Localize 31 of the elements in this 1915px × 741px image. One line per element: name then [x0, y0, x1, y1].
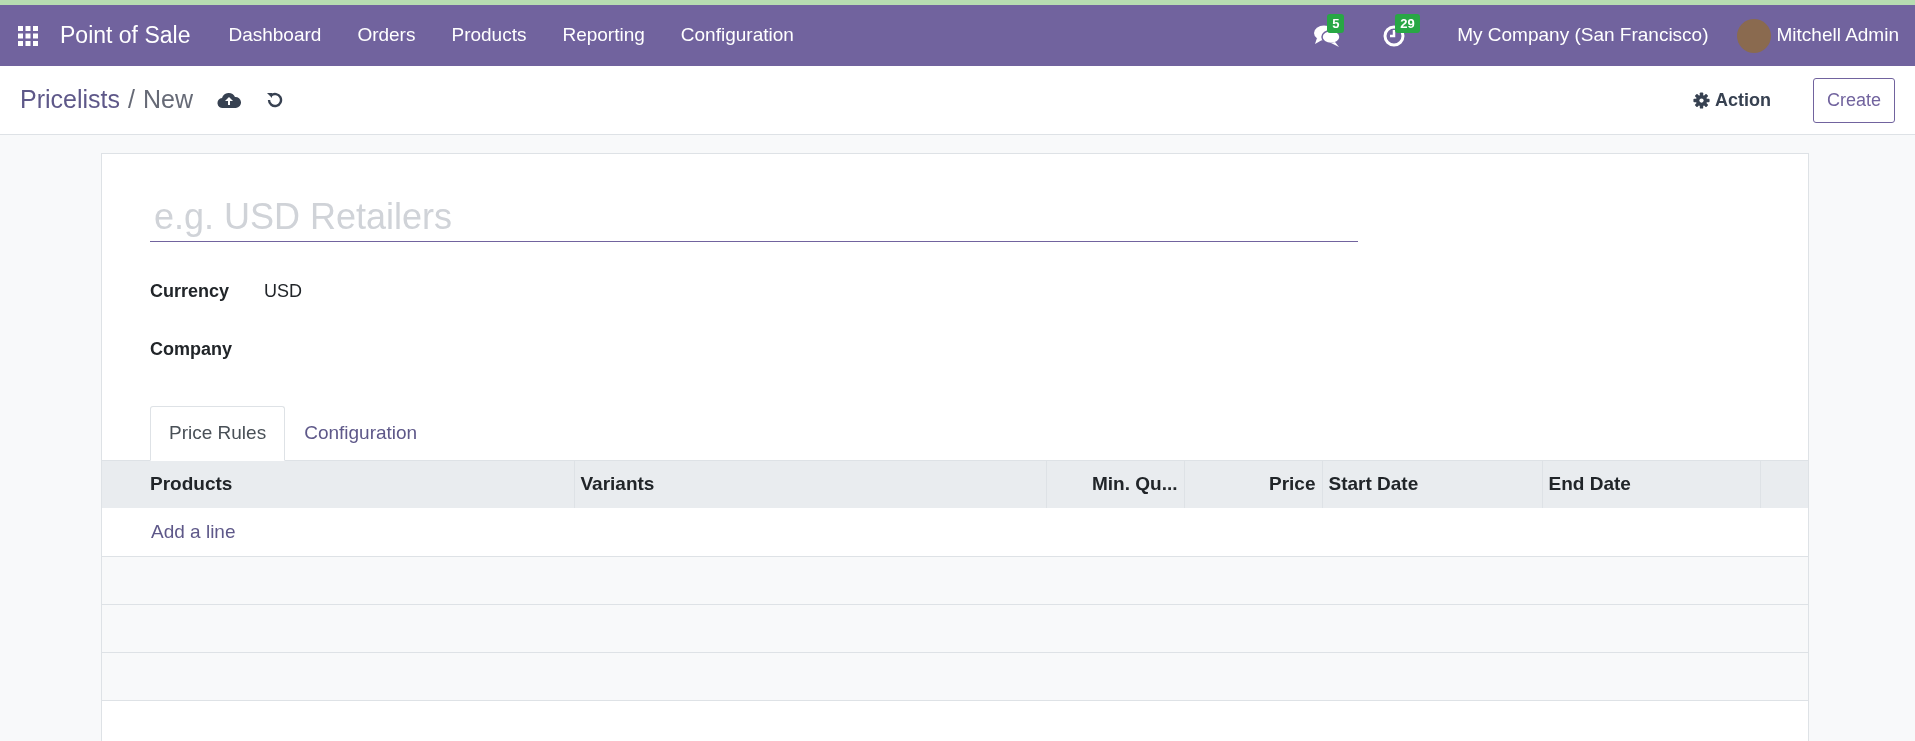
breadcrumb-current: New: [142, 84, 193, 116]
menu-item[interactable]: Dashboard: [210, 21, 340, 50]
column-header[interactable]: Variants: [574, 460, 1046, 508]
menu-item[interactable]: Configuration: [662, 21, 812, 50]
tab[interactable]: Configuration: [285, 406, 437, 461]
gear-icon: [1692, 91, 1710, 109]
breadcrumb-link[interactable]: Pricelists: [20, 81, 120, 119]
app-title[interactable]: Point of Sale: [38, 18, 211, 53]
user-menu[interactable]: Mitchell Admin: [1770, 21, 1899, 50]
action-menu-button[interactable]: Action: [1686, 85, 1777, 115]
menu-item[interactable]: Reporting: [544, 21, 663, 50]
message-count: 5: [1327, 14, 1345, 33]
field-value: USD: [264, 279, 302, 303]
breadcrumb-separator: /: [128, 84, 135, 116]
create-button[interactable]: Create: [1812, 77, 1895, 123]
menu-item[interactable]: Products: [433, 21, 545, 50]
apps-menu-icon[interactable]: [18, 25, 38, 46]
activity-count: 29: [1395, 14, 1420, 33]
undo-icon[interactable]: [265, 91, 283, 109]
column-header[interactable]: Start Date: [1322, 460, 1542, 508]
column-header[interactable]: Products: [102, 460, 574, 508]
company-switcher[interactable]: My Company (San Francisco): [1457, 21, 1737, 50]
column-header[interactable]: Min. Qu...: [1046, 460, 1184, 508]
menu-item[interactable]: Orders: [339, 21, 434, 50]
column-header[interactable]: End Date: [1542, 460, 1760, 508]
column-header[interactable]: Price: [1184, 460, 1322, 508]
field-label: Currency: [150, 279, 231, 303]
field-label: Company: [150, 337, 233, 361]
tab[interactable]: Price Rules: [150, 406, 286, 461]
add-line-link[interactable]: Add a line: [103, 517, 236, 546]
cloud-upload-icon[interactable]: [217, 91, 241, 109]
